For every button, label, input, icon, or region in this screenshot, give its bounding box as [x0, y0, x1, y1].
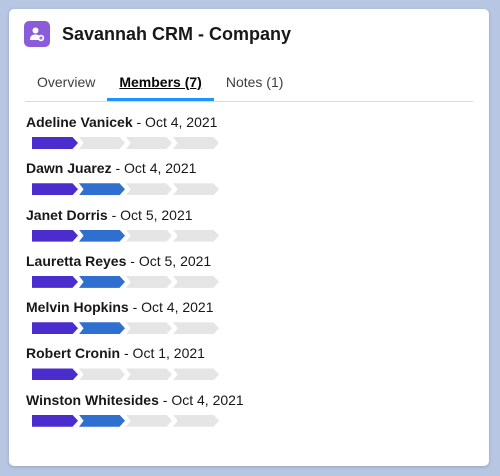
- page-title: Savannah CRM - Company: [62, 23, 292, 44]
- path-step-incomplete: [173, 414, 219, 427]
- company-card: Savannah CRM - Company Overview Members …: [9, 9, 489, 466]
- tab-notes[interactable]: Notes (1): [214, 67, 296, 101]
- path-step-incomplete: [126, 183, 172, 196]
- path-step-incomplete: [173, 183, 219, 196]
- card-header: Savannah CRM - Company: [24, 21, 291, 47]
- list-item: Dawn Juarez - Oct 4, 2021: [26, 159, 466, 205]
- path-step-complete: [32, 229, 78, 242]
- member-date: - Oct 4, 2021: [111, 160, 197, 177]
- tab-members[interactable]: Members (7): [107, 67, 214, 101]
- members-list: Adeline Vanicek - Oct 4, 2021 Dawn Juare…: [26, 113, 466, 437]
- list-item: Winston Whitesides - Oct 4, 2021: [26, 391, 466, 437]
- path-step-incomplete: [126, 137, 172, 149]
- member-name[interactable]: Dawn Juarez: [26, 160, 112, 176]
- path-step-incomplete: [126, 368, 172, 381]
- member-name[interactable]: Melvin Hopkins: [26, 299, 129, 315]
- progress-path: [32, 137, 466, 149]
- list-item: Janet Dorris - Oct 5, 2021: [26, 206, 466, 252]
- member-date: - Oct 5, 2021: [107, 206, 193, 223]
- path-step-incomplete: [173, 368, 219, 381]
- path-step-incomplete: [126, 322, 172, 335]
- path-step-complete: [32, 414, 78, 427]
- member-date: - Oct 4, 2021: [132, 114, 218, 130]
- path-step-incomplete: [173, 137, 219, 149]
- member-name[interactable]: Robert Cronin: [26, 345, 120, 361]
- path-step-complete: [79, 229, 125, 242]
- progress-path: [32, 229, 466, 242]
- list-item: Robert Cronin - Oct 1, 2021: [26, 344, 466, 390]
- path-step-complete: [32, 137, 78, 149]
- path-step-incomplete: [173, 275, 219, 288]
- path-step-complete: [32, 322, 78, 335]
- list-item: Adeline Vanicek - Oct 4, 2021: [26, 113, 466, 159]
- path-step-complete: [79, 414, 125, 427]
- path-step-incomplete: [79, 137, 125, 149]
- path-step-complete: [32, 368, 78, 381]
- path-step-incomplete: [173, 229, 219, 242]
- progress-path: [32, 275, 466, 288]
- tab-overview[interactable]: Overview: [25, 67, 107, 101]
- progress-path: [32, 183, 466, 196]
- path-step-complete: [79, 275, 125, 288]
- path-step-incomplete: [126, 414, 172, 427]
- list-item: Lauretta Reyes - Oct 5, 2021: [26, 252, 466, 298]
- member-name[interactable]: Lauretta Reyes: [26, 253, 126, 269]
- path-step-complete: [32, 275, 78, 288]
- member-date: - Oct 4, 2021: [128, 299, 214, 316]
- member-date: - Oct 4, 2021: [158, 391, 244, 408]
- path-step-incomplete: [173, 322, 219, 335]
- member-date: - Oct 5, 2021: [126, 252, 212, 269]
- progress-path: [32, 322, 466, 335]
- path-step-complete: [79, 322, 125, 335]
- member-name[interactable]: Winston Whitesides: [26, 392, 159, 408]
- path-step-incomplete: [79, 368, 125, 381]
- tab-bar: Overview Members (7) Notes (1): [25, 67, 473, 102]
- path-step-complete: [32, 183, 78, 196]
- path-step-complete: [79, 183, 125, 196]
- progress-path: [32, 414, 466, 427]
- member-name[interactable]: Adeline Vanicek: [26, 114, 133, 130]
- path-step-incomplete: [126, 229, 172, 242]
- path-step-incomplete: [126, 275, 172, 288]
- member-date: - Oct 1, 2021: [120, 345, 205, 362]
- member-name[interactable]: Janet Dorris: [26, 207, 108, 223]
- progress-path: [32, 368, 466, 381]
- list-item: Melvin Hopkins - Oct 4, 2021: [26, 298, 466, 344]
- company-icon: [24, 21, 50, 47]
